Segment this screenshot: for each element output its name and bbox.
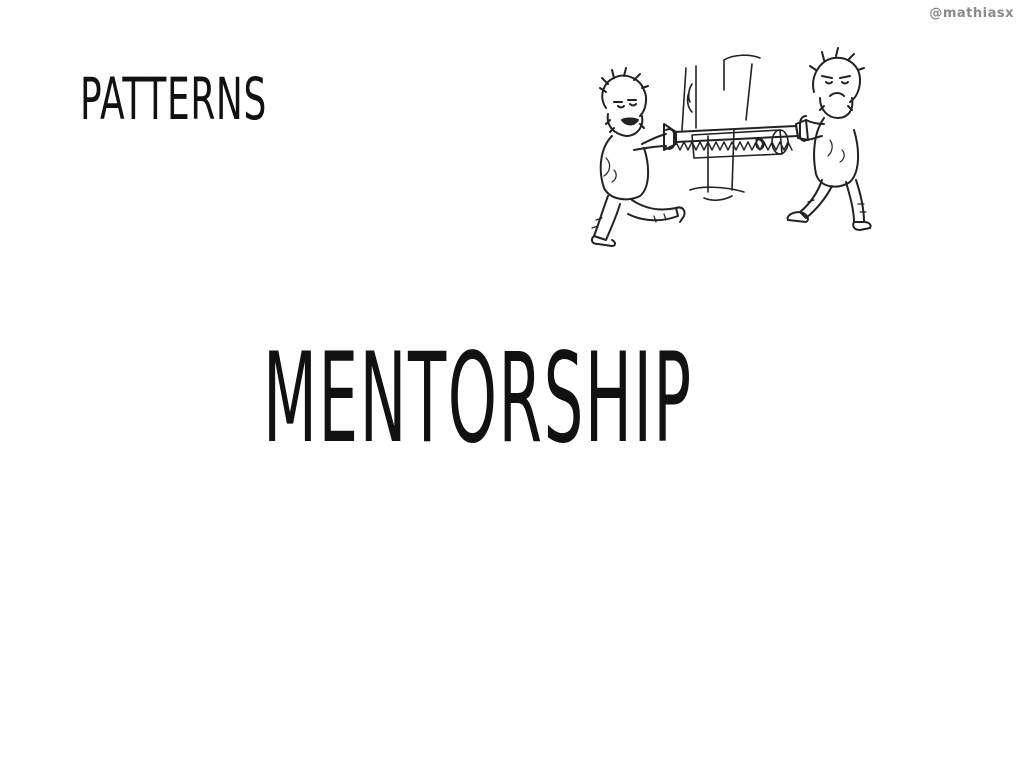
left-caveman	[590, 67, 686, 247]
author-handle: @mathiasx	[929, 6, 1014, 21]
main-title: MENTORSHIP	[263, 327, 693, 471]
two-cavemen-sawing-log-illustration	[590, 47, 872, 247]
right-caveman	[786, 47, 872, 231]
section-title: PATTERNS	[80, 65, 267, 133]
